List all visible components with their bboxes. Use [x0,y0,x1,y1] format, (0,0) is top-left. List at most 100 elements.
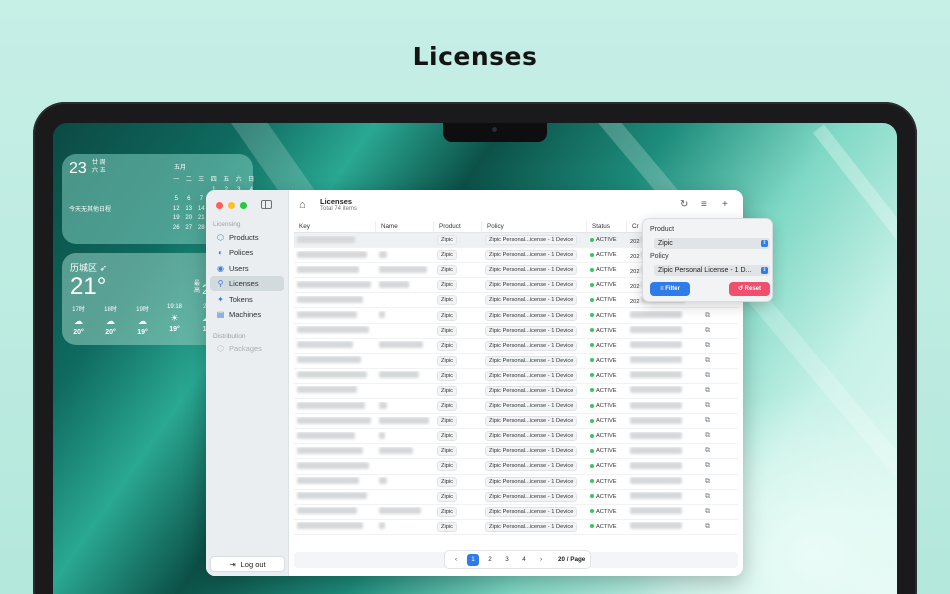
calendar-weekday-label: 六 [235,177,242,183]
reset-button-label: Reset [744,286,762,292]
status-dot-icon [590,403,594,408]
table-row[interactable]: Zipic Zipic Personal...icense - 1 Device A… [294,459,738,475]
table-row[interactable]: Zipic Zipic Personal...icense - 1 Device A… [294,414,738,430]
table-row[interactable]: Zipic Zipic Personal...icense - 1 Device A… [294,354,738,369]
sidebar-item-label: Machines [229,310,262,319]
home-icon[interactable]: ⌂ [299,199,306,211]
product-tag: Zipic [437,521,458,532]
license-key [297,341,353,349]
page-button-4[interactable]: 4 [518,554,530,566]
page-size-select[interactable]: 20 / Page [552,556,585,563]
table-row[interactable]: Zipic Zipic Personal...icense - 1 Device A… [294,369,738,384]
status-badge: ACTIVE [596,312,617,319]
refresh-icon[interactable]: ↻ [680,199,688,210]
license-key [297,431,355,439]
product-tag: Zipic [437,446,458,457]
product-icon: ⬡ [217,233,224,242]
edit-icon[interactable]: ⧉ [705,342,710,349]
edit-icon[interactable]: ⧉ [705,493,710,500]
policy-tag: Zipic Personal...icense - 1 Device [485,416,578,427]
calendar-weekday-label: 三 [198,177,205,183]
table-row[interactable]: Zipic Zipic Personal...icense - 1 Device A… [294,324,738,339]
policy-select[interactable]: Zipic Personal License - 1 D... ⇕ [654,265,770,276]
product-tag: Zipic [437,325,458,336]
reset-icon: ↺ [737,286,745,292]
sidebar-item-machines[interactable]: ▤ Machines [210,307,284,322]
table-row[interactable]: Zipic Zipic Personal...icense - 1 Device A… [294,490,738,505]
chevron-updown-icon: ⇕ [761,240,768,247]
edit-icon[interactable]: ⧉ [705,432,710,439]
cloud-icon: ☁ [106,316,115,326]
table-row[interactable]: Zipic Zipic Personal...icense - 1 Device A… [294,505,738,520]
license-key [297,446,363,454]
add-icon[interactable]: + [722,199,728,210]
status-dot-icon [590,418,594,423]
calendar-date [170,187,183,193]
policy-tag: Zipic Personal...icense - 1 Device [485,340,578,351]
table-row[interactable]: Zipic Zipic Personal...icense - 1 Device A… [294,384,738,400]
product-select[interactable]: Zipic ⇕ [654,238,770,249]
edit-icon[interactable]: ⧉ [705,523,710,530]
minimize-window-button[interactable] [228,202,235,209]
edit-icon[interactable]: ⧉ [705,462,710,469]
page-button-1[interactable]: 1 [467,553,479,566]
next-page-button[interactable]: › [535,554,547,566]
status-dot-icon [590,358,594,363]
column-name[interactable]: Name [376,221,434,232]
reset-button[interactable]: ↺ Reset [729,282,770,296]
filter-button[interactable]: ≡ Filter [650,282,690,296]
license-name [379,265,427,273]
table-row[interactable]: Zipic Zipic Personal...icense - 1 Device A… [294,339,738,354]
table-row[interactable]: Zipic Zipic Personal...icense - 1 Device A… [294,475,738,490]
filter-icon[interactable]: ≡ [701,199,707,210]
sidebar-item-tokens[interactable]: ✦ Tokens [210,292,284,307]
edit-icon[interactable]: ⧉ [705,357,710,364]
edit-icon[interactable]: ⧉ [705,478,710,485]
edit-icon[interactable]: ⧉ [705,312,710,319]
calendar-month: 五月 [174,165,187,171]
page-button-2[interactable]: 2 [484,554,496,566]
table-row[interactable]: Zipic Zipic Personal...icense - 1 Device A… [294,308,738,324]
logout-button[interactable]: ⇥ Log out [210,556,285,572]
column-status[interactable]: Status [587,221,627,232]
page-button-3[interactable]: 3 [501,554,513,566]
sidebar-item-licenses[interactable]: ⚲ Licenses [210,276,284,291]
edit-icon[interactable]: ⧉ [705,417,710,424]
column-key[interactable]: Key [294,221,376,232]
column-product[interactable]: Product [434,221,482,232]
sidebar-toggle-icon[interactable] [261,200,272,209]
edit-icon[interactable]: ⧉ [705,447,710,454]
table-row[interactable]: Zipic Zipic Personal...icense - 1 Device A… [294,399,738,415]
license-name [379,446,413,454]
status-dot-icon [590,494,594,499]
status-badge: ACTIVE [596,403,617,410]
edit-icon[interactable]: ⧉ [705,508,710,515]
product-tag: Zipic [437,506,458,517]
sidebar-item-packages[interactable]: ⬡ Packages [210,341,284,356]
sidebar-item-users[interactable]: ◉ Users [210,261,284,276]
status-badge: ACTIVE [596,372,617,379]
policy-icon: ◐ [218,248,223,257]
edit-icon[interactable]: ⧉ [705,402,710,409]
close-window-button[interactable] [216,202,223,209]
calendar-date [183,187,196,193]
column-policy[interactable]: Policy [482,221,587,232]
status-badge: ACTIVE [596,267,617,274]
sidebar-item-products[interactable]: ⬡ Products [210,230,284,245]
calendar-weekday-label: 四 [210,177,217,183]
prev-page-button[interactable]: ‹ [450,554,462,566]
table-row[interactable]: Zipic Zipic Personal...icense - 1 Device A… [294,429,738,445]
edit-icon[interactable]: ⧉ [705,327,710,334]
zoom-window-button[interactable] [240,202,247,209]
product-tag: Zipic [437,416,458,427]
calendar-note: 今天无其他日程 [69,207,112,213]
created-date: 202 [630,283,640,290]
calendar-date: 19 [172,215,180,221]
sidebar-item-polices[interactable]: ◐ Polices [210,245,284,260]
edit-icon[interactable]: ⧉ [705,372,710,379]
table-row[interactable]: Zipic Zipic Personal...icense - 1 Device A… [294,520,738,535]
edit-icon[interactable]: ⧉ [705,387,710,394]
sidebar-section-licensing: Licensing [213,221,241,228]
created-date: 202 [630,253,640,260]
table-row[interactable]: Zipic Zipic Personal...icense - 1 Device A… [294,444,738,460]
